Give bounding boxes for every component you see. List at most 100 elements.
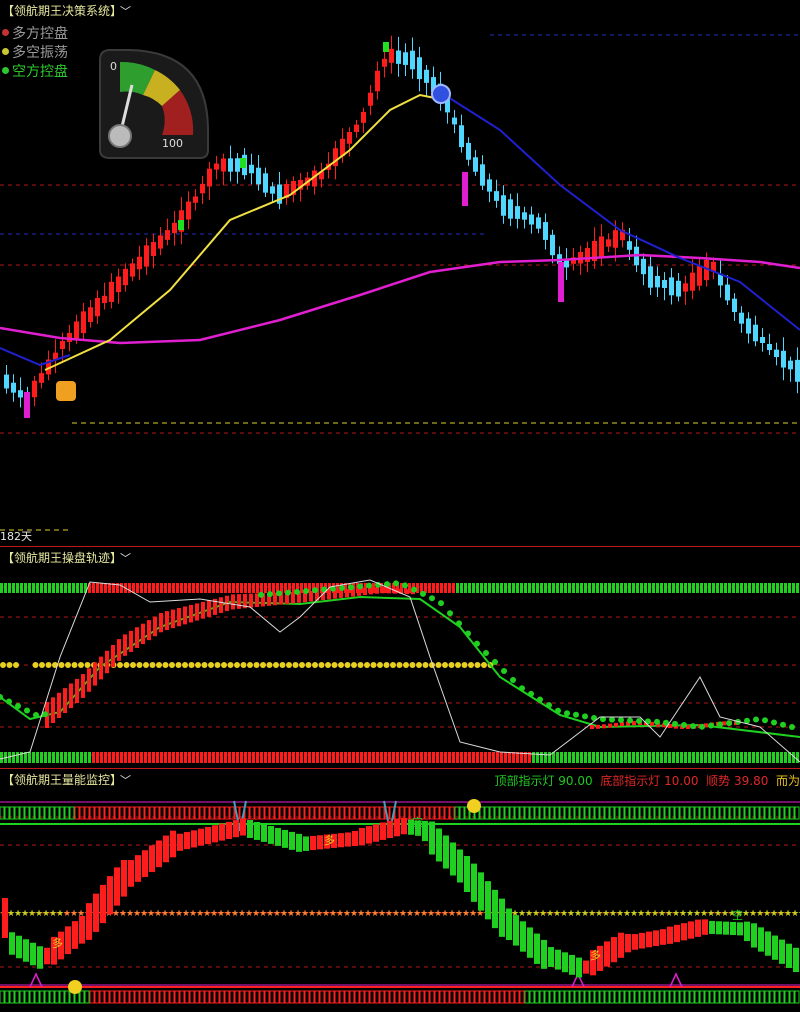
bottom-grid-cell (274, 990, 280, 1004)
bottom-band-bar (412, 752, 415, 763)
top-band-bar (208, 583, 211, 593)
candle-body (767, 343, 772, 351)
bottom-grid-cell (429, 990, 435, 1004)
strength-bar (51, 697, 55, 724)
candle-body (361, 111, 366, 123)
bottom-grid-cell (474, 990, 480, 1004)
balance-dot (396, 662, 403, 668)
strength-bar (153, 616, 157, 637)
balance-dot (149, 662, 156, 668)
bottom-band-bar (580, 752, 583, 763)
trajectory-panel[interactable]: 【领航期王操盘轨迹】 ﹀ (0, 547, 800, 769)
top-light-value: 90.00 (558, 774, 593, 788)
trajectory-dot (456, 620, 462, 627)
main-chart-header[interactable]: 【领航期王决策系统】 ﹀ (2, 2, 131, 19)
bottom-grid-cell (54, 990, 60, 1004)
trajectory-dot (6, 698, 12, 705)
bottom-band-bar (0, 752, 3, 763)
candle-body (158, 235, 163, 249)
candle-body (473, 157, 478, 172)
candle-body (18, 390, 23, 398)
bottom-band-bar (200, 752, 203, 763)
strength-bar (87, 668, 91, 692)
trajectory-dot (258, 591, 264, 598)
bottom-band-bar (476, 752, 479, 763)
candle-body (137, 256, 142, 270)
top-band-bar (732, 583, 735, 593)
bottom-grid-cell (689, 990, 695, 1004)
bottom-grid-cell (114, 990, 120, 1004)
bottom-band-bar (392, 752, 395, 763)
volume-bar (499, 898, 505, 937)
strength-bar (237, 594, 241, 609)
volume-bar (65, 926, 71, 955)
volume-bar (513, 915, 519, 946)
volume-header[interactable]: 【领航期王量能监控】 ﹀ (2, 771, 131, 788)
top-band-bar (456, 583, 459, 593)
top-band-bar (724, 583, 727, 593)
chevron-down-icon[interactable]: ﹀ (120, 552, 131, 565)
top-band-bar (196, 583, 199, 593)
bottom-band-bar (148, 752, 151, 763)
balance-dot (156, 662, 162, 668)
main-chart-panel[interactable]: 【领航期王决策系统】 ﹀ 多方控盘 多空振荡 空方控盘 0 100 182天 (0, 0, 800, 547)
bottom-band-bar (364, 752, 367, 763)
strength-bar (596, 724, 600, 729)
top-band-bar (12, 583, 15, 593)
volume-panel[interactable]: ★ ★ ★ ★ ★ ★ ★ ★ ★ ★ ★ ★ ★ ★ ★ ★ ★ ★ ★ ★ ★ ★ ★ ★ ★ ★ ★ ★ ★ ★ ★ ★ ★ ★ ★ ★ ★ ★ ★ ★… (0, 769, 800, 1012)
balance-dot (221, 662, 227, 668)
balance-dot (13, 662, 19, 668)
candle-body (4, 374, 9, 389)
trajectory-dot (438, 600, 444, 607)
balance-dot (260, 662, 266, 668)
candle-body (774, 349, 779, 358)
top-band-bar (192, 583, 195, 593)
top-band-bar (92, 583, 95, 593)
trajectory-dot (294, 588, 300, 595)
bottom-grid-cell (759, 990, 765, 1004)
trajectory-header[interactable]: 【领航期王操盘轨迹】 ﹀ (2, 549, 131, 566)
bottom-band-bar (500, 752, 503, 763)
bottom-grid-cell (624, 990, 630, 1004)
bottom-grid-cell (409, 990, 415, 1004)
volume-bar (450, 842, 456, 876)
strength-bar (171, 609, 175, 629)
candle-body (144, 245, 149, 267)
volume-chart[interactable]: ★★★★★★★★★★★ ★★★★★★★★★★★★★★★★★★★★★★★★★★★★★… (0, 769, 800, 1012)
bottom-band-bar (344, 752, 347, 763)
balance-dot (214, 662, 221, 668)
bottom-band-bar (428, 752, 431, 763)
volume-bar (793, 947, 799, 973)
volume-bar (261, 823, 267, 842)
trajectory-dot (276, 590, 282, 597)
bottom-grid-cell (694, 990, 700, 1004)
trajectory-chart[interactable] (0, 547, 800, 769)
bottom-band-bar (572, 752, 575, 763)
top-band-bar (564, 583, 567, 593)
chevron-down-icon[interactable]: ﹀ (120, 5, 131, 18)
top-band-bar (436, 583, 439, 593)
strength-bar (111, 644, 115, 668)
balance-dot (416, 662, 422, 668)
volume-bar (142, 850, 148, 877)
volume-bar (730, 921, 736, 936)
bottom-grid-cell (499, 990, 505, 1004)
bottom-band-bar (668, 752, 671, 763)
bottom-band-bar (624, 752, 627, 763)
bottom-grid-cell (109, 990, 115, 1004)
bottom-grid-cell (104, 990, 110, 1004)
bottom-grid-cell (169, 990, 175, 1004)
bottom-band-bar (436, 752, 439, 763)
bottom-grid-cell (244, 990, 250, 1004)
bottom-grid-cell (464, 990, 470, 1004)
top-band-bar (224, 583, 227, 593)
top-grid-cell (59, 806, 65, 820)
chevron-down-icon[interactable]: ﹀ (120, 774, 131, 787)
top-band-bar (172, 583, 175, 593)
bottom-band-bar (176, 752, 179, 763)
bottom-grid-cell (289, 990, 295, 1004)
bottom-band-bar (168, 752, 171, 763)
days-counter-label: 182天 (0, 530, 32, 543)
bottom-grid-cell (554, 990, 560, 1004)
top-band-bar (768, 583, 771, 593)
